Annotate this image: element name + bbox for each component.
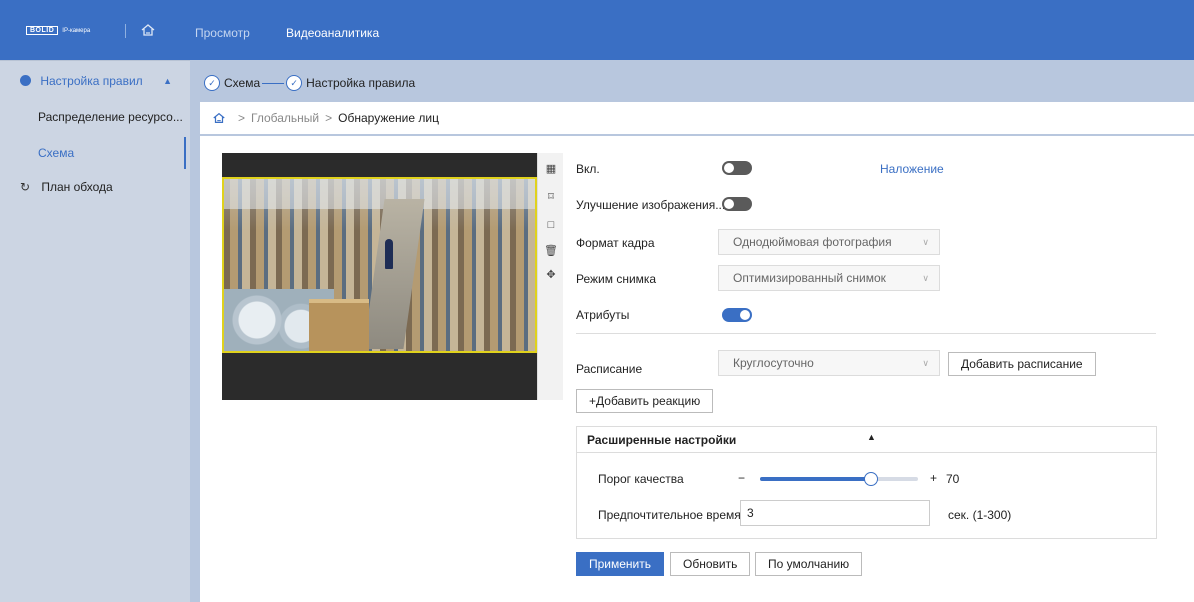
sidebar-group-rule-settings[interactable]: Настройка правил ▲ (20, 65, 180, 97)
home-icon[interactable] (212, 111, 226, 125)
frame-format-value: Однодюймовая фотография (733, 235, 892, 249)
nav-preview[interactable]: Просмотр (195, 26, 250, 40)
max-box-icon[interactable]: □ (543, 217, 559, 233)
quality-threshold-label: Порог качества (598, 472, 684, 486)
chevron-up-icon[interactable]: ▲ (867, 432, 876, 442)
cycle-icon: ↻ (20, 180, 31, 194)
breadcrumb-global[interactable]: Глобальный (251, 111, 319, 125)
logo-mark: BOLID (26, 26, 59, 35)
top-bar: BOLID IP-камера Просмотр Видеоаналитика (0, 0, 1194, 60)
breadcrumb-separator: > (325, 111, 333, 125)
preferred-time-input[interactable] (740, 500, 930, 526)
nav-video-analytics[interactable]: Видеоаналитика (286, 26, 379, 40)
add-reaction-button[interactable]: +Добавить реакцию (576, 389, 714, 413)
header-divider (125, 24, 126, 38)
divider (576, 333, 1156, 334)
person-figure (385, 239, 393, 269)
default-button[interactable]: По умолчанию (755, 552, 863, 576)
grid-icon[interactable]: ▦ (543, 161, 559, 177)
sidebar-item-label: План обхода (41, 180, 113, 194)
check-icon: ✓ (286, 75, 303, 91)
enhance-label: Улучшение изображения... (576, 198, 726, 212)
advanced-settings-title: Расширенные настройки (587, 433, 737, 447)
sidebar-item-scheme[interactable]: Схема (0, 137, 186, 169)
breadcrumb-separator: > (238, 111, 246, 125)
enable-label: Вкл. (576, 162, 600, 176)
enhance-toggle[interactable] (722, 197, 752, 211)
trash-icon[interactable]: 🗑 (543, 243, 559, 259)
snap-mode-select[interactable]: Оптимизированный снимок ∨ (718, 265, 940, 291)
add-schedule-button[interactable]: Добавить расписание (948, 352, 1096, 376)
frame-format-label: Формат кадра (576, 236, 655, 250)
frame-format-select[interactable]: Однодюймовая фотография ∨ (718, 229, 940, 255)
logo: BOLID IP-камера (26, 26, 90, 35)
apply-button[interactable]: Применить (576, 552, 665, 576)
overlay-link[interactable]: Наложение (880, 162, 944, 176)
advanced-settings-header[interactable]: Расширенные настройки ▲ (577, 427, 1156, 453)
breadcrumb-face-detection: Обнаружение лиц (338, 111, 439, 125)
sidebar-group-label: Настройка правил (40, 74, 143, 88)
snap-mode-label: Режим снимка (576, 272, 657, 286)
video-toolbar: ▦ ⌑ □ 🗑 ✥ (537, 153, 563, 400)
check-icon: ✓ (204, 75, 220, 91)
schedule-label: Расписание (576, 362, 643, 376)
chevron-down-icon: ∨ (922, 358, 929, 368)
step-rule-setup[interactable]: Настройка правила (306, 76, 415, 90)
quality-slider-thumb[interactable] (863, 472, 878, 486)
enable-toggle[interactable] (722, 161, 752, 175)
camera-frame (222, 177, 537, 353)
preferred-time-unit: сек. (1-300) (948, 508, 1012, 522)
attributes-toggle[interactable] (722, 308, 752, 322)
logo-subtitle: IP-камера (62, 27, 91, 34)
min-box-icon[interactable]: ⌑ (543, 189, 559, 205)
video-preview[interactable] (222, 153, 537, 400)
step-connector (262, 82, 285, 84)
sidebar: Настройка правил ▲ Распределение ресурсо… (0, 60, 190, 602)
quality-slider-fill (760, 477, 871, 481)
snap-mode-value: Оптимизированный снимок (733, 271, 886, 285)
quality-slider[interactable] (760, 472, 918, 486)
settings-icon (20, 75, 31, 86)
refresh-button[interactable]: Обновить (670, 552, 751, 576)
sidebar-item-resource-allocation[interactable]: Распределение ресурсо... (0, 101, 186, 133)
quality-increase-button[interactable]: + (930, 471, 937, 485)
breadcrumb: > Глобальный > Обнаружение лиц (200, 102, 1194, 134)
step-scheme[interactable]: Схема (224, 76, 260, 90)
preferred-time-label: Предпочтительное время (598, 508, 741, 522)
quality-value: 70 (946, 472, 960, 486)
chevron-down-icon: ∨ (922, 273, 929, 283)
attributes-label: Атрибуты (576, 308, 630, 322)
home-icon[interactable] (140, 22, 156, 38)
schedule-select[interactable]: Круглосуточно ∨ (718, 350, 940, 376)
quality-decrease-button[interactable]: − (738, 471, 745, 485)
chevron-down-icon: ∨ (922, 237, 929, 247)
schedule-value: Круглосуточно (733, 356, 814, 370)
step-indicator: ✓ Схема ✓ Настройка правила (204, 72, 415, 94)
move-icon[interactable]: ✥ (543, 267, 559, 283)
sidebar-item-patrol-plan[interactable]: ↻ План обхода (20, 171, 206, 203)
chevron-up-icon: ▲ (163, 76, 172, 86)
